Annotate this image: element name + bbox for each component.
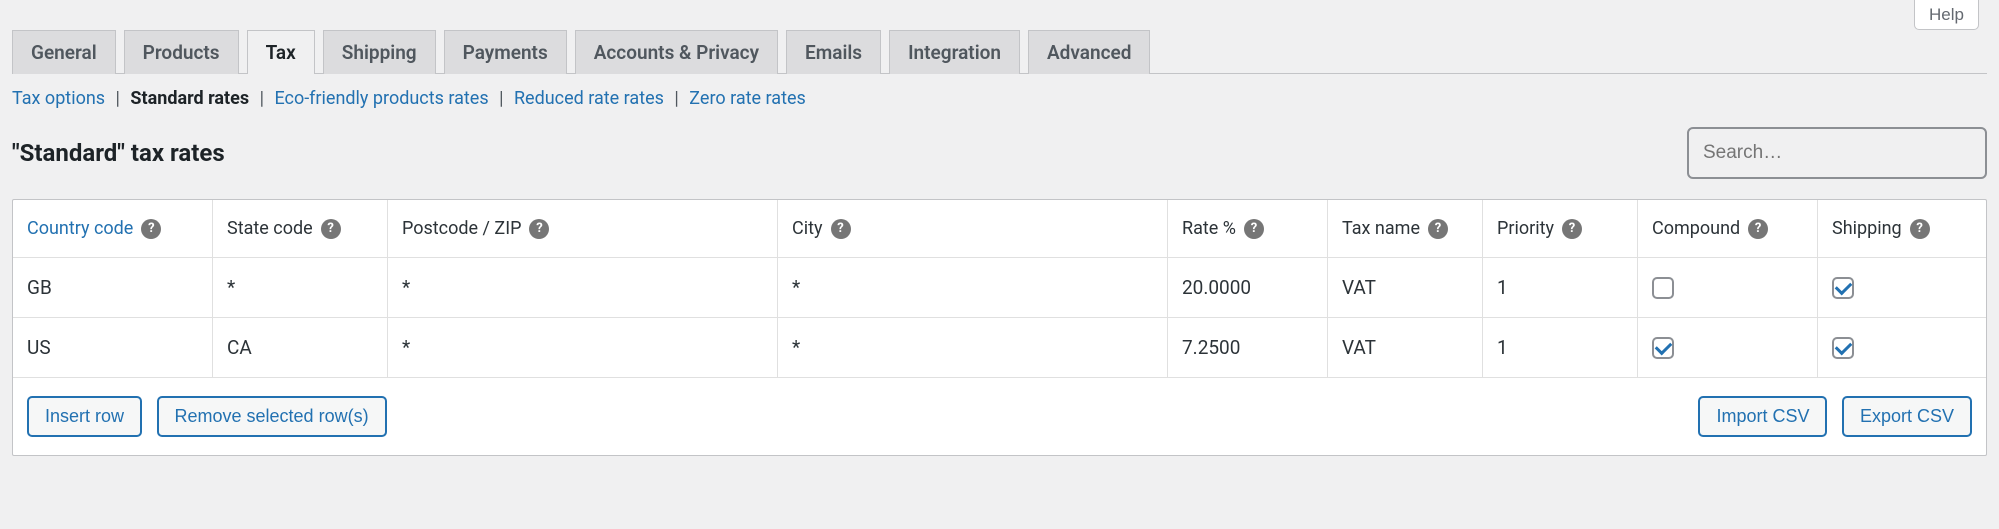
col-shipping: Shipping? xyxy=(1818,200,1986,257)
settings-tabs: General Products Tax Shipping Payments A… xyxy=(12,30,1987,74)
subnav-tax-options[interactable]: Tax options xyxy=(12,88,105,109)
cell-shipping[interactable] xyxy=(1818,258,1986,317)
help-icon[interactable]: ? xyxy=(529,219,549,239)
separator: | xyxy=(499,88,503,109)
tab-advanced[interactable]: Advanced xyxy=(1028,30,1150,74)
col-tax-name: Tax name? xyxy=(1328,200,1483,257)
tab-accounts[interactable]: Accounts & Privacy xyxy=(575,30,778,74)
tab-integration[interactable]: Integration xyxy=(889,30,1020,74)
checkbox-compound[interactable] xyxy=(1652,277,1674,299)
col-priority: Priority? xyxy=(1483,200,1638,257)
cell-compound[interactable] xyxy=(1638,318,1818,377)
help-icon[interactable]: ? xyxy=(1562,219,1582,239)
table-footer: Insert row Remove selected row(s) Import… xyxy=(13,377,1986,455)
tab-general[interactable]: General xyxy=(12,30,116,74)
insert-row-button[interactable]: Insert row xyxy=(27,396,142,437)
cell-shipping[interactable] xyxy=(1818,318,1986,377)
cell-postcode[interactable]: * xyxy=(388,258,778,317)
checkbox-shipping[interactable] xyxy=(1832,337,1854,359)
separator: | xyxy=(674,88,678,109)
table-row[interactable]: US CA * * 7.2500 VAT 1 xyxy=(13,317,1986,377)
cell-city[interactable]: * xyxy=(778,318,1168,377)
checkbox-compound[interactable] xyxy=(1652,337,1674,359)
help-icon[interactable]: ? xyxy=(321,219,341,239)
tab-shipping[interactable]: Shipping xyxy=(323,30,436,74)
search-input[interactable] xyxy=(1687,127,1987,179)
cell-country[interactable]: US xyxy=(13,318,213,377)
cell-priority[interactable]: 1 xyxy=(1483,318,1638,377)
cell-state[interactable]: CA xyxy=(213,318,388,377)
col-postcode: Postcode / ZIP? xyxy=(388,200,778,257)
sub-nav: Tax options | Standard rates | Eco-frien… xyxy=(12,88,1987,109)
help-button[interactable]: Help xyxy=(1914,0,1979,30)
subnav-eco-rates[interactable]: Eco-friendly products rates xyxy=(274,88,488,109)
tab-payments[interactable]: Payments xyxy=(444,30,567,74)
table-header-row: Country code? State code? Postcode / ZIP… xyxy=(13,200,1986,257)
help-icon[interactable]: ? xyxy=(1244,219,1264,239)
cell-compound[interactable] xyxy=(1638,258,1818,317)
tab-emails[interactable]: Emails xyxy=(786,30,881,74)
cell-country[interactable]: GB xyxy=(13,258,213,317)
export-csv-button[interactable]: Export CSV xyxy=(1842,396,1972,437)
cell-postcode[interactable]: * xyxy=(388,318,778,377)
separator: | xyxy=(260,88,264,109)
tab-products[interactable]: Products xyxy=(124,30,239,74)
remove-rows-button[interactable]: Remove selected row(s) xyxy=(157,396,387,437)
import-csv-button[interactable]: Import CSV xyxy=(1698,396,1827,437)
cell-tax-name[interactable]: VAT xyxy=(1328,318,1483,377)
col-country[interactable]: Country code? xyxy=(13,200,213,257)
col-rate: Rate %? xyxy=(1168,200,1328,257)
cell-rate[interactable]: 7.2500 xyxy=(1168,318,1328,377)
col-compound: Compound? xyxy=(1638,200,1818,257)
cell-priority[interactable]: 1 xyxy=(1483,258,1638,317)
subnav-zero-rates[interactable]: Zero rate rates xyxy=(689,88,806,109)
help-icon[interactable]: ? xyxy=(141,219,161,239)
col-state: State code? xyxy=(213,200,388,257)
checkbox-shipping[interactable] xyxy=(1832,277,1854,299)
table-row[interactable]: GB * * * 20.0000 VAT 1 xyxy=(13,257,1986,317)
tab-tax[interactable]: Tax xyxy=(247,30,315,74)
tax-rates-table: Country code? State code? Postcode / ZIP… xyxy=(12,199,1987,456)
help-icon[interactable]: ? xyxy=(1748,219,1768,239)
cell-state[interactable]: * xyxy=(213,258,388,317)
separator: | xyxy=(116,88,120,109)
help-icon[interactable]: ? xyxy=(1428,219,1448,239)
subnav-standard-rates[interactable]: Standard rates xyxy=(130,88,249,109)
cell-city[interactable]: * xyxy=(778,258,1168,317)
cell-tax-name[interactable]: VAT xyxy=(1328,258,1483,317)
help-icon[interactable]: ? xyxy=(1910,219,1930,239)
help-icon[interactable]: ? xyxy=(831,219,851,239)
page-title: "Standard" tax rates xyxy=(12,139,225,167)
col-city: City? xyxy=(778,200,1168,257)
cell-rate[interactable]: 20.0000 xyxy=(1168,258,1328,317)
subnav-reduced-rates[interactable]: Reduced rate rates xyxy=(514,88,664,109)
